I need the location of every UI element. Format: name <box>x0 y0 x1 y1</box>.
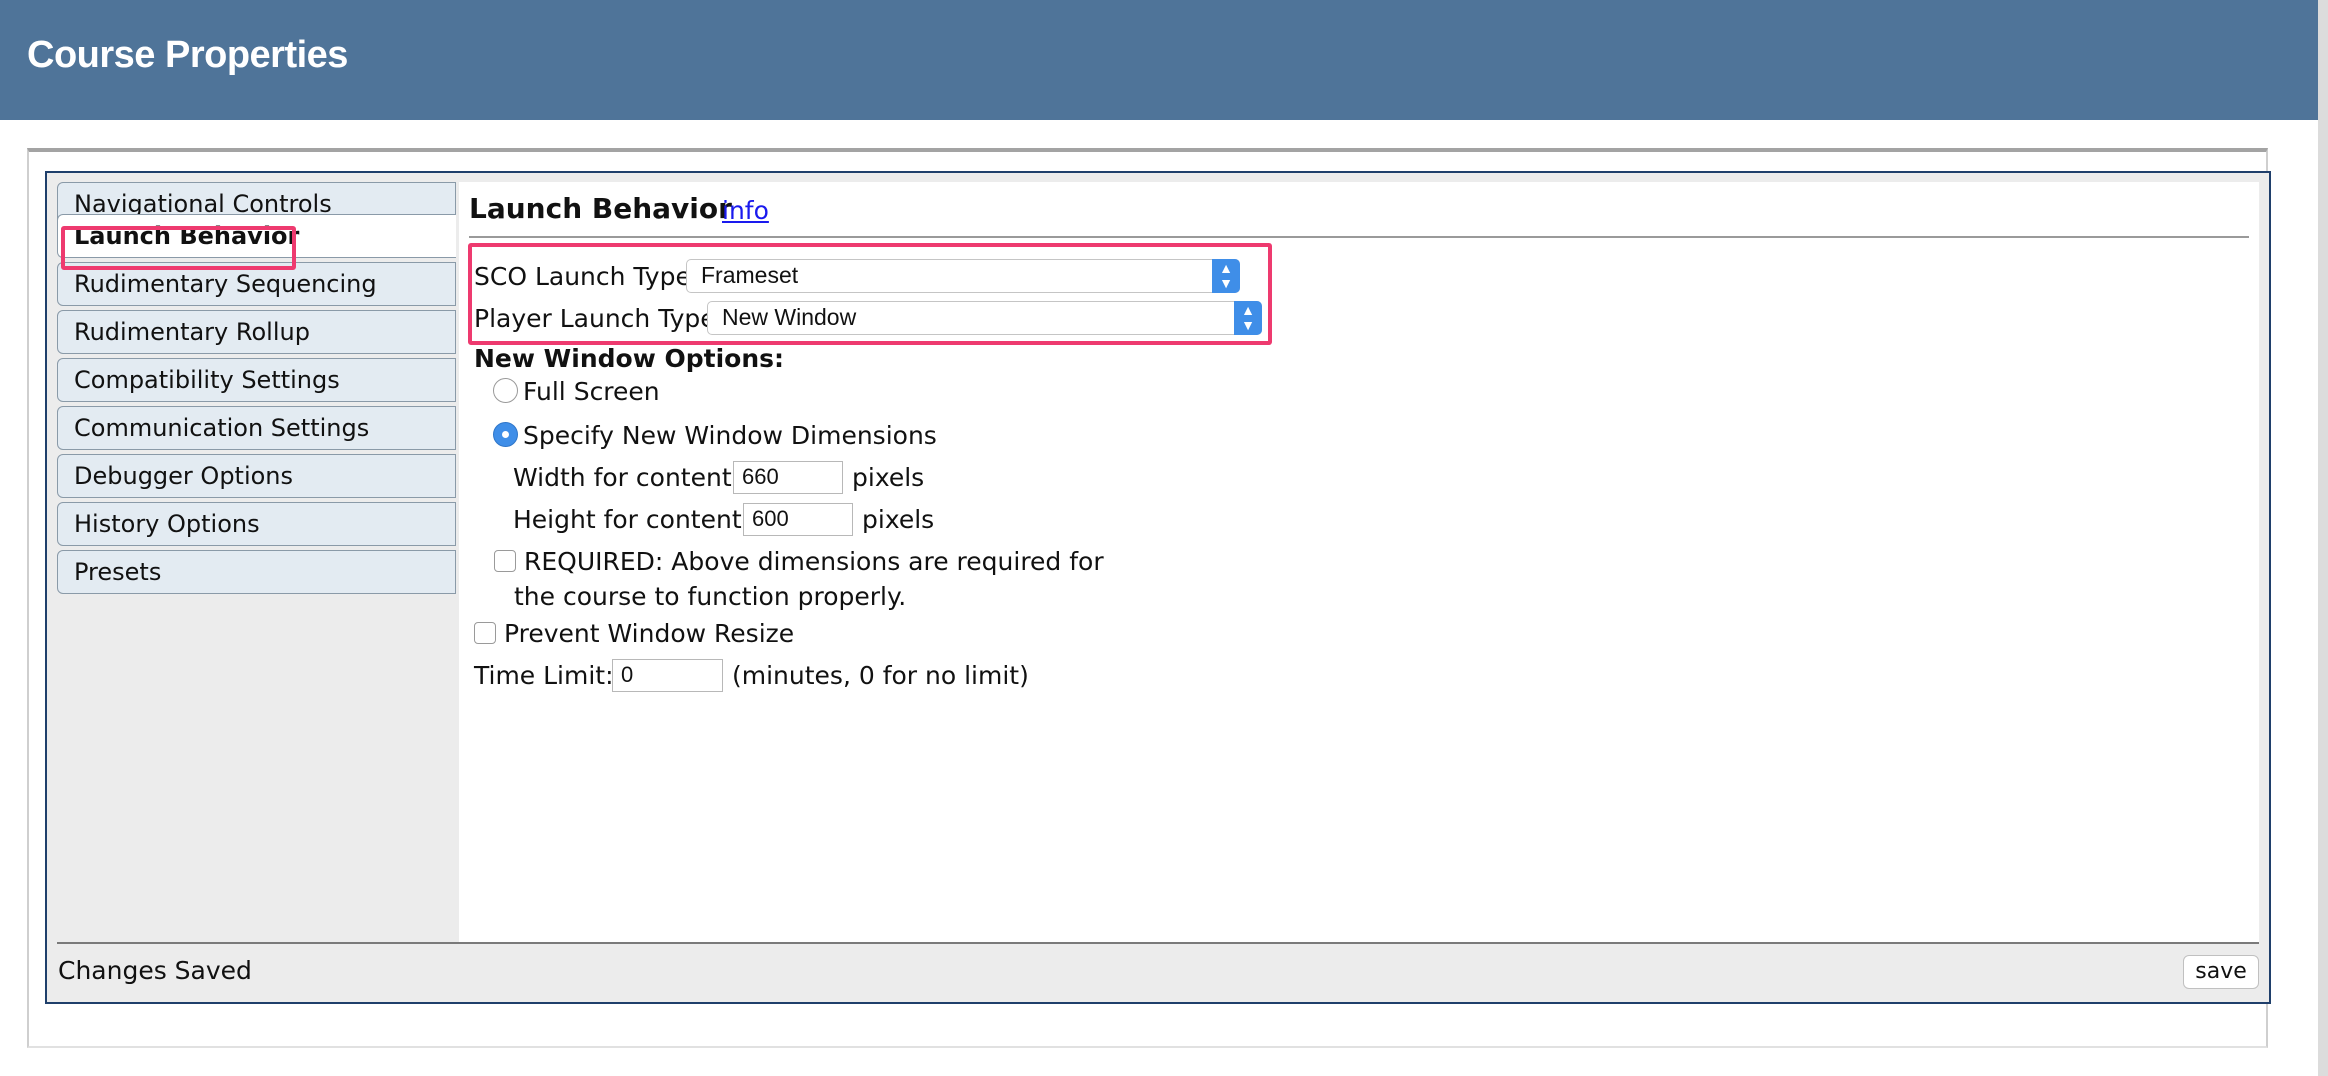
launch-type-highlight <box>468 243 1272 345</box>
sidebar-item-label: Communication Settings <box>74 414 370 442</box>
footer-divider <box>57 942 2259 944</box>
height-unit: pixels <box>862 505 935 534</box>
sidebar-item-label: Rudimentary Rollup <box>74 318 310 346</box>
header-bar: Course Properties <box>0 0 2328 120</box>
prevent-resize-label: Prevent Window Resize <box>504 619 795 648</box>
sidebar-item-compatibility-settings[interactable]: Compatibility Settings <box>57 358 456 402</box>
width-label: Width for content: <box>513 463 741 492</box>
save-button[interactable]: save <box>2183 955 2259 989</box>
sidebar: Navigational Controls Launch Behavior Ru… <box>57 182 459 942</box>
specify-dimensions-label: Specify New Window Dimensions <box>523 421 937 450</box>
time-limit-hint: (minutes, 0 for no limit) <box>732 661 1029 690</box>
time-limit-input[interactable]: 0 <box>612 659 723 692</box>
sidebar-item-communication-settings[interactable]: Communication Settings <box>57 406 456 450</box>
info-link[interactable]: info <box>722 196 769 225</box>
new-window-options-heading: New Window Options: <box>474 344 785 373</box>
sidebar-item-label: Compatibility Settings <box>74 366 340 394</box>
sidebar-item-history-options[interactable]: History Options <box>57 502 456 546</box>
specify-dimensions-radio[interactable] <box>493 422 518 447</box>
sidebar-item-label: History Options <box>74 510 260 538</box>
full-screen-label: Full Screen <box>523 377 660 406</box>
section-title: Launch Behavior <box>469 192 732 225</box>
height-input[interactable]: 600 <box>743 503 853 536</box>
prevent-resize-checkbox[interactable] <box>474 622 496 644</box>
required-label-line2: the course to function properly. <box>514 582 907 611</box>
full-screen-radio[interactable] <box>493 378 518 403</box>
time-limit-label: Time Limit: <box>474 661 614 690</box>
status-text: Changes Saved <box>58 956 252 985</box>
width-input[interactable]: 660 <box>733 461 843 494</box>
sidebar-item-label: Presets <box>74 558 162 586</box>
page-title: Course Properties <box>27 34 348 76</box>
active-tab-highlight <box>61 226 296 270</box>
required-label-line1: REQUIRED: Above dimensions are required … <box>524 547 1104 576</box>
sidebar-item-presets[interactable]: Presets <box>57 550 456 594</box>
window-edge <box>2318 0 2328 1076</box>
sidebar-item-debugger-options[interactable]: Debugger Options <box>57 454 456 498</box>
height-label: Height for content: <box>513 505 751 534</box>
sidebar-item-label: Debugger Options <box>74 462 294 490</box>
width-unit: pixels <box>852 463 925 492</box>
required-checkbox[interactable] <box>494 550 516 572</box>
section-divider <box>469 236 2249 238</box>
sidebar-item-rudimentary-rollup[interactable]: Rudimentary Rollup <box>57 310 456 354</box>
sidebar-item-label: Rudimentary Sequencing <box>74 270 377 298</box>
